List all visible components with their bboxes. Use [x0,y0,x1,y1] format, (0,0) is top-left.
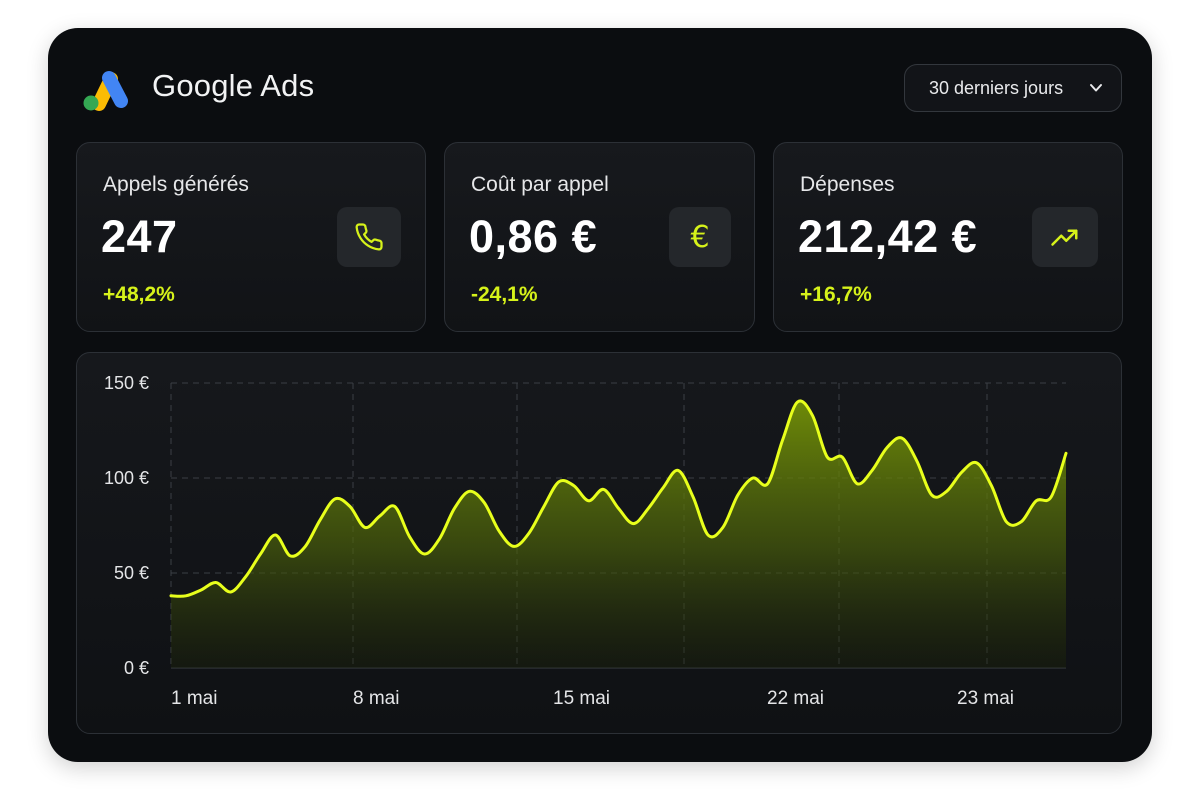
data-point [706,533,710,537]
y-tick-label: 150 € [104,373,149,393]
data-point [840,455,844,459]
data-point [542,505,546,509]
stat-card-calls: Appels générés 247 +48,2% [76,142,426,332]
data-point [452,506,456,510]
data-point [557,480,561,484]
data-point [975,461,979,465]
data-point [751,476,755,480]
trending-up-icon [1051,229,1078,246]
data-point [423,552,427,556]
data-point [631,522,635,526]
stat-card-cost: Coût par appel 0,86 € -24,1% € [444,142,755,332]
data-point [229,590,233,594]
stat-delta: -24,1% [471,283,538,306]
data-point [617,506,621,510]
data-point [303,544,307,548]
stat-delta: +16,7% [800,283,872,306]
euro-icon-box: € [669,207,731,267]
data-point [989,484,993,488]
data-point [661,486,665,490]
data-point [736,493,740,497]
data-point [587,499,591,503]
data-point [721,525,725,529]
stat-delta: +48,2% [103,283,175,306]
data-point [960,470,964,474]
data-point [438,537,442,541]
stat-value: 0,86 € [469,211,598,262]
x-tick-label: 1 mai [171,688,217,709]
stat-value: 247 [101,211,178,262]
phone-icon [355,223,383,251]
data-point [825,455,829,459]
data-point [408,535,412,539]
data-point [870,468,874,472]
data-point [378,514,382,518]
data-point [646,506,650,510]
data-point [199,588,203,592]
stat-label: Appels générés [103,173,249,196]
data-point [1034,499,1038,503]
stat-card-spend: Dépenses 212,42 € +16,7% [773,142,1123,332]
data-point [676,468,680,472]
data-point [572,484,576,488]
trending-up-icon-box [1032,207,1098,267]
data-point [467,489,471,493]
data-point [259,552,263,556]
data-point [497,529,501,533]
date-range-label: 30 derniers jours [929,77,1064,98]
x-tick-label: 23 mai [957,688,1014,709]
dashboard-card: Google Ads 30 derniers jours Appels géné… [48,28,1152,762]
data-point [512,544,516,548]
data-point [214,581,218,585]
data-point [915,459,919,463]
data-point [184,594,188,598]
stat-label: Dépenses [800,173,895,196]
x-tick-label: 22 mai [767,688,824,709]
spend-area-chart: 0 € 50 € 100 € 150 € 1 mai 8 mai 15 mai 22 mai 2… [104,373,1068,709]
data-point [885,446,889,450]
data-point [169,594,173,598]
data-point [393,505,397,509]
x-tick-label: 15 mai [553,688,610,709]
data-point [244,575,248,579]
data-point [855,482,859,486]
stat-value: 212,42 € [798,211,978,262]
spend-chart-panel: 0 € 50 € 100 € 150 € 1 mai 8 mai 15 mai 22 mai 2… [76,352,1122,734]
google-ads-logo [83,71,128,111]
data-point [945,489,949,493]
data-point [1019,520,1023,524]
series-area [171,400,1066,668]
data-point [363,525,367,529]
data-point [796,400,800,404]
data-point [900,436,904,440]
data-point [1064,451,1068,455]
phone-icon-box [337,207,401,267]
data-point [333,497,337,501]
data-point [1004,520,1008,524]
data-point [766,482,770,486]
app-title: Google Ads [152,68,315,103]
y-tick-label: 0 € [124,658,149,678]
data-point [273,533,277,537]
y-tick-label: 100 € [104,468,149,488]
data-point [810,413,814,417]
data-point [691,495,695,499]
stat-label: Coût par appel [471,173,609,196]
data-point [602,487,606,491]
x-tick-label: 8 mai [353,688,399,709]
data-point [288,554,292,558]
data-point [482,501,486,505]
chevron-down-icon [1090,84,1102,92]
data-point [318,518,322,522]
data-point [930,493,934,497]
data-point [348,505,352,509]
data-point [781,438,785,442]
data-point [1049,495,1053,499]
date-range-dropdown[interactable]: 30 derniers jours [904,64,1122,112]
y-tick-label: 50 € [114,563,149,583]
data-point [527,531,531,535]
euro-icon: € [690,219,710,255]
